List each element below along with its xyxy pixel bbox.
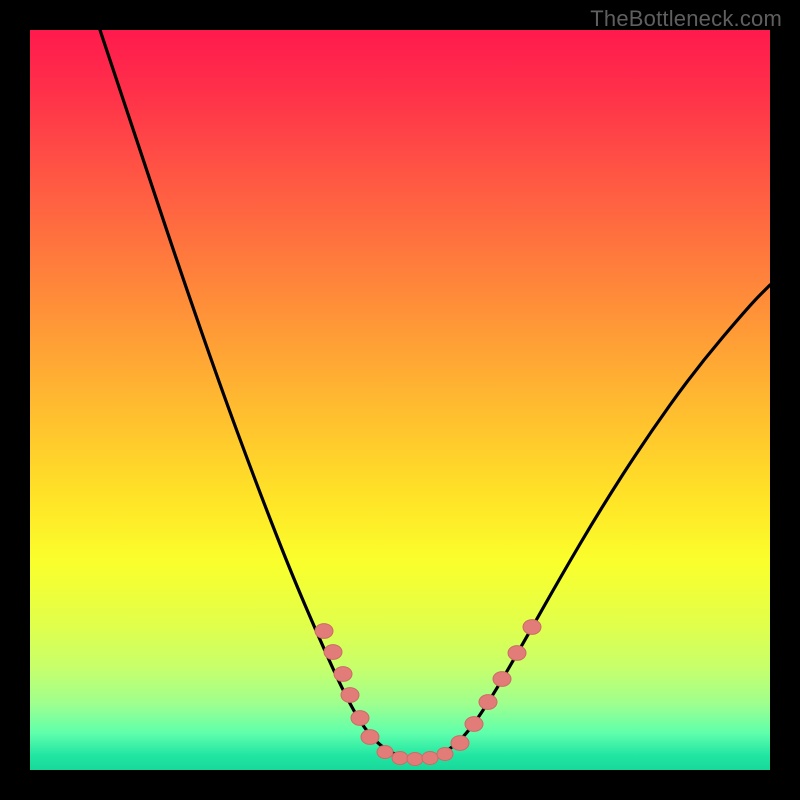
data-marker [361,730,379,745]
data-marker [341,688,359,703]
data-marker [392,751,408,764]
data-marker [334,667,352,682]
data-marker [508,646,526,661]
data-marker [523,620,541,635]
watermark-text: TheBottleneck.com [590,6,782,32]
data-marker [377,745,393,758]
data-marker [437,747,453,760]
marker-group [315,620,541,766]
data-marker [465,717,483,732]
chart-frame: TheBottleneck.com [0,0,800,800]
data-marker [493,672,511,687]
data-marker [422,751,438,764]
data-marker [407,752,423,765]
data-marker [315,624,333,639]
data-marker [451,736,469,751]
bottleneck-curve [100,30,770,758]
curve-svg [30,30,770,770]
data-marker [479,695,497,710]
data-marker [324,645,342,660]
plot-area [30,30,770,770]
data-marker [351,711,369,726]
